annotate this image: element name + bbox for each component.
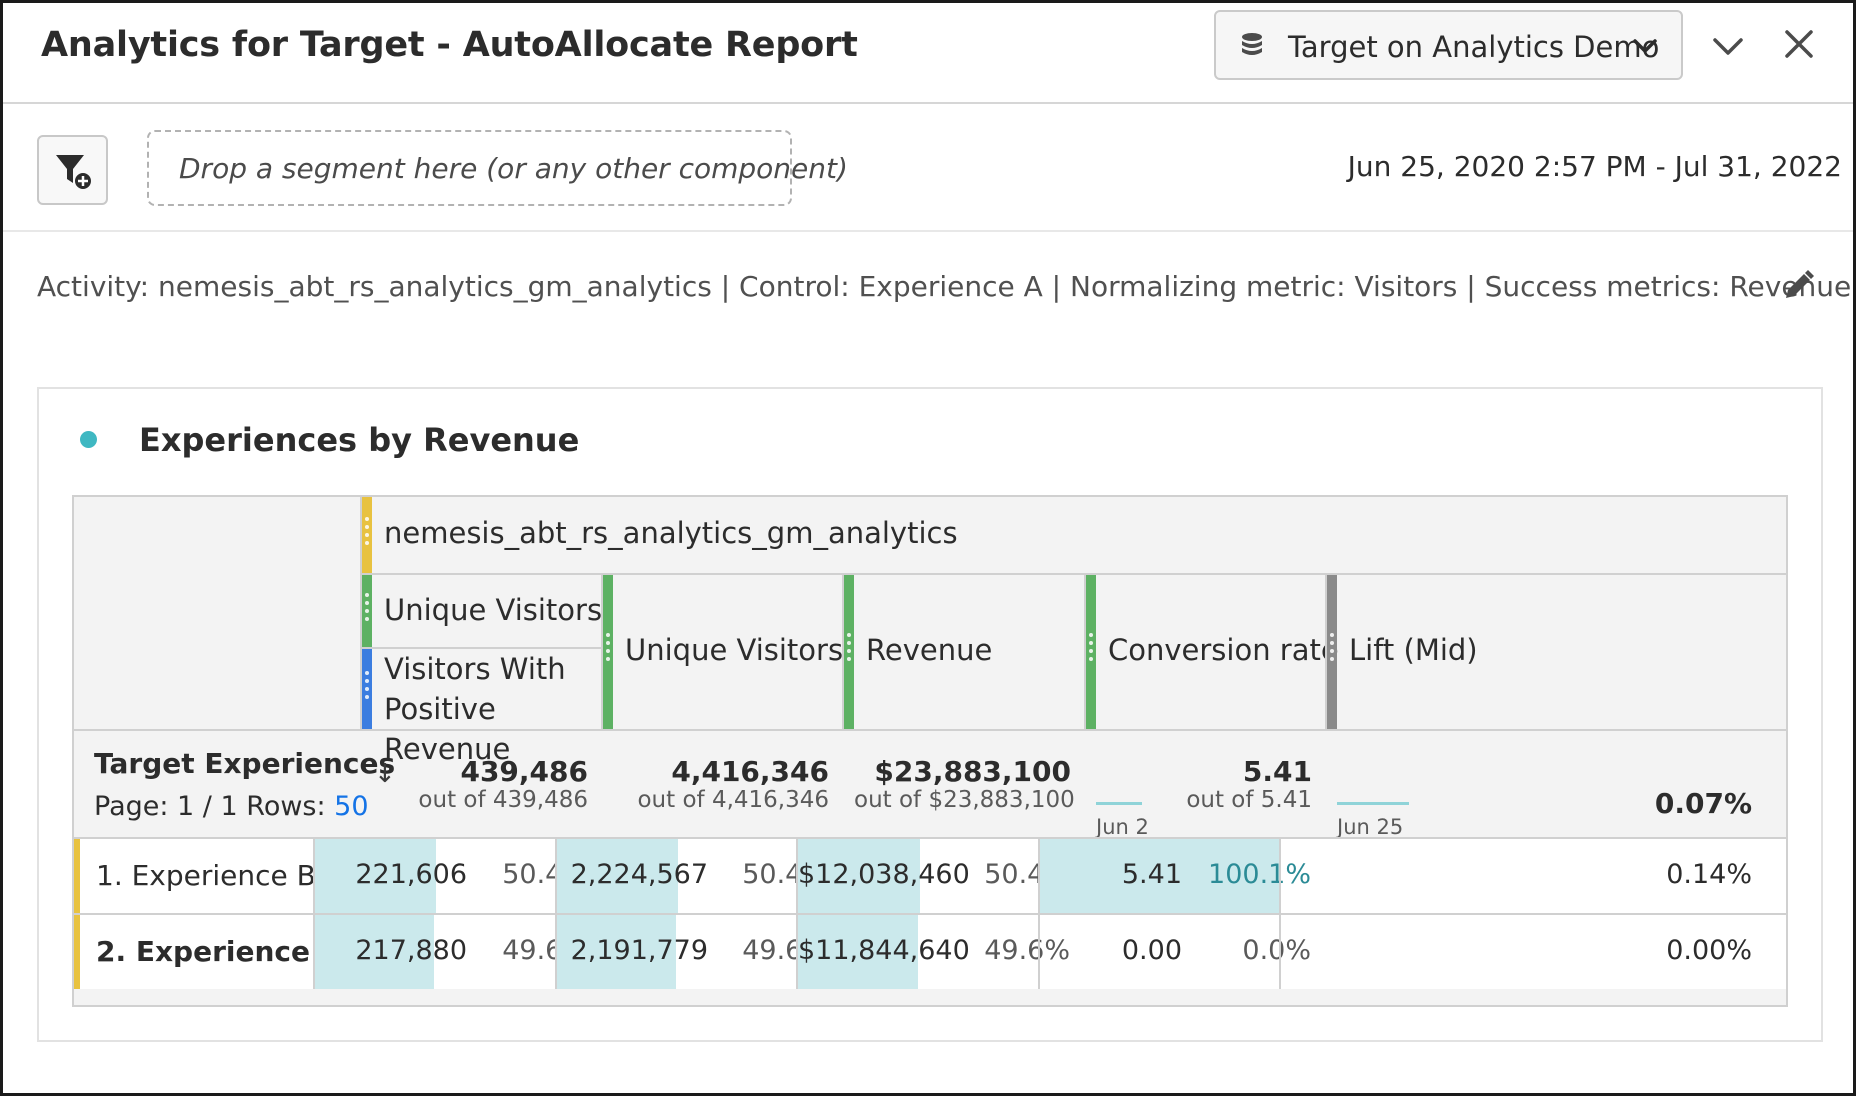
panel-subtitle: Experiences by Revenue [139,421,580,459]
cell-value: 0.00% [1666,935,1752,966]
column-header-label[interactable]: Lift (Mid) [1349,633,1478,667]
database-icon [1242,33,1262,55]
row-color-bar [74,839,80,913]
activity-header[interactable]: nemesis_abt_rs_analytics_gm_analytics [384,516,958,550]
column-total: $23,883,100 [874,755,1071,788]
table-row[interactable]: 2. Experience A 217,880 49.6% 2,191,779 … [74,915,1786,989]
column-header-label[interactable]: Conversion rate [1108,633,1339,667]
report-suite-picker[interactable]: Target on Analytics Demo [1214,10,1683,80]
page-label: Page: 1 / 1 [94,791,238,822]
table-row[interactable]: 1. Experience B 221,606 50.4% 2,224,567 … [74,839,1786,913]
column-total-of: out of 4,416,346 [637,787,829,813]
cell-value: 5.41 [1121,859,1182,890]
collapse-chevron-icon[interactable] [1710,31,1746,61]
column-total: 0.07% [1654,787,1752,820]
column-header-label[interactable]: Revenue [866,633,992,667]
column-total: 5.41 [1242,755,1312,788]
cell-value: 2,191,779 [570,935,708,966]
add-filter-icon [56,155,93,191]
activity-component-bar[interactable] [362,497,372,573]
panel-title: Analytics for Target - AutoAllocate Repo… [41,25,858,65]
add-filter-button[interactable] [37,135,108,205]
date-range[interactable]: Jun 25, 2020 2:57 PM - Jul 31, 2022 [1348,150,1842,183]
segment-bar-indicator[interactable] [362,649,372,729]
rows-label: Rows: [246,791,326,822]
pencil-icon[interactable] [1780,268,1816,304]
column-total-of: out of 439,486 [418,787,588,813]
cell-value: $12,038,460 [798,859,970,890]
pagination: Page: 1 / 1 Rows: 50 [94,791,369,822]
sparkline-label: Jun 25 [1337,815,1404,839]
cell-value: $11,844,640 [798,935,970,966]
panel-header: Analytics for Target - AutoAllocate Repo… [3,3,1853,104]
cell-value: 221,606 [355,859,467,890]
metric-bar[interactable] [844,575,854,729]
segment-bar: Drop a segment here (or any other compon… [3,104,1853,232]
panel-status-dot [80,431,97,448]
freeform-table: nemesis_abt_rs_analytics_gm_analytics Un… [72,495,1788,1007]
column-sublabel[interactable]: Visitors With Positive Revenue [384,649,594,769]
cell-value: 0.14% [1666,859,1752,890]
cell-percent: 0.0% [1242,935,1311,966]
column-total-of: out of 5.41 [1186,787,1312,813]
metric-bar[interactable] [603,575,613,729]
activity-summary: Activity: nemesis_abt_rs_analytics_gm_an… [37,270,1852,303]
row-label[interactable]: 2. Experience A [96,935,341,968]
close-icon[interactable] [1783,28,1815,60]
sparkline [1337,802,1409,805]
metric-bar[interactable] [1327,575,1337,729]
cell-value: 217,880 [355,935,467,966]
metric-bar[interactable] [1086,575,1096,729]
chevron-down-icon [1633,39,1657,53]
column-header-label[interactable]: Unique Visitors [384,593,602,627]
segment-drop-zone[interactable]: Drop a segment here (or any other compon… [147,130,848,206]
row-label[interactable]: 1. Experience B [96,859,316,892]
cell-value: 0.00 [1121,935,1182,966]
column-total: 439,486 [460,755,588,788]
cell-value: 2,224,567 [570,859,708,890]
metric-bar[interactable] [362,575,372,647]
row-color-bar [74,915,80,989]
column-total-of: out of $23,883,100 [854,787,1075,813]
sparkline [1096,802,1142,805]
sparkline-label: Jun 2 [1096,815,1149,839]
cell-percent: 100.1% [1208,859,1311,890]
report-suite-label: Target on Analytics Demo [1288,30,1660,64]
rows-per-page[interactable]: 50 [334,791,368,822]
column-header-label[interactable]: Unique Visitors [625,633,843,667]
dimension-label[interactable]: Target Experiences [94,747,395,780]
drop-zone-text: Drop a segment here (or any other compon… [179,152,848,185]
column-total: 4,416,346 [671,755,829,788]
